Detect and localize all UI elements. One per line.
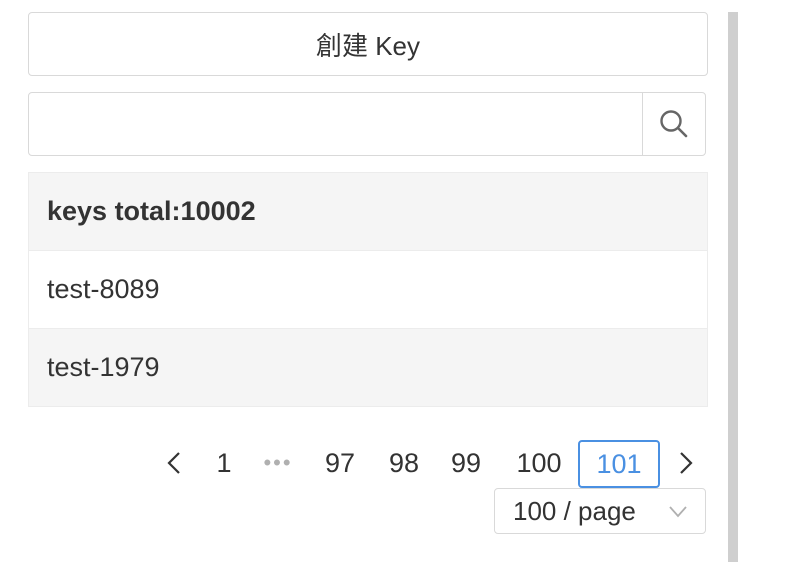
page-size-value: 100 / page	[513, 495, 636, 526]
search-box	[28, 92, 706, 156]
search-input[interactable]	[29, 93, 642, 155]
key-name: test-1979	[47, 352, 160, 382]
key-list: keys total:10002 test-8089 test-1979	[28, 172, 708, 407]
next-page-button[interactable]	[666, 440, 706, 486]
key-name: test-8089	[47, 274, 160, 304]
page-item-99[interactable]: 99	[440, 440, 492, 486]
key-list-header: keys total:10002	[29, 173, 707, 251]
create-key-label: 創建 Key	[315, 30, 421, 61]
chevron-down-icon	[669, 506, 687, 518]
key-list-item[interactable]: test-8089	[29, 251, 707, 329]
prev-page-button[interactable]	[154, 440, 194, 486]
page-item-98[interactable]: 98	[378, 440, 430, 486]
search-button[interactable]	[642, 93, 705, 155]
page-item-100[interactable]: 100	[506, 440, 572, 486]
search-icon	[660, 110, 688, 138]
page-size-select[interactable]: 100 / page	[494, 488, 706, 534]
pagination: 1 ••• 97 98 99 100 101	[28, 440, 708, 488]
chevron-right-icon	[680, 452, 693, 474]
page-item-101-current[interactable]: 101	[578, 440, 660, 488]
page-item-97[interactable]: 97	[314, 440, 366, 486]
page-ellipsis[interactable]: •••	[254, 440, 302, 486]
keys-total-label: keys total:10002	[47, 196, 256, 226]
chevron-left-icon	[167, 452, 180, 474]
scrollbar[interactable]	[728, 12, 738, 562]
page-item-1[interactable]: 1	[204, 440, 244, 486]
key-list-item[interactable]: test-1979	[29, 329, 707, 406]
create-key-button[interactable]: 創建 Key	[28, 12, 708, 76]
